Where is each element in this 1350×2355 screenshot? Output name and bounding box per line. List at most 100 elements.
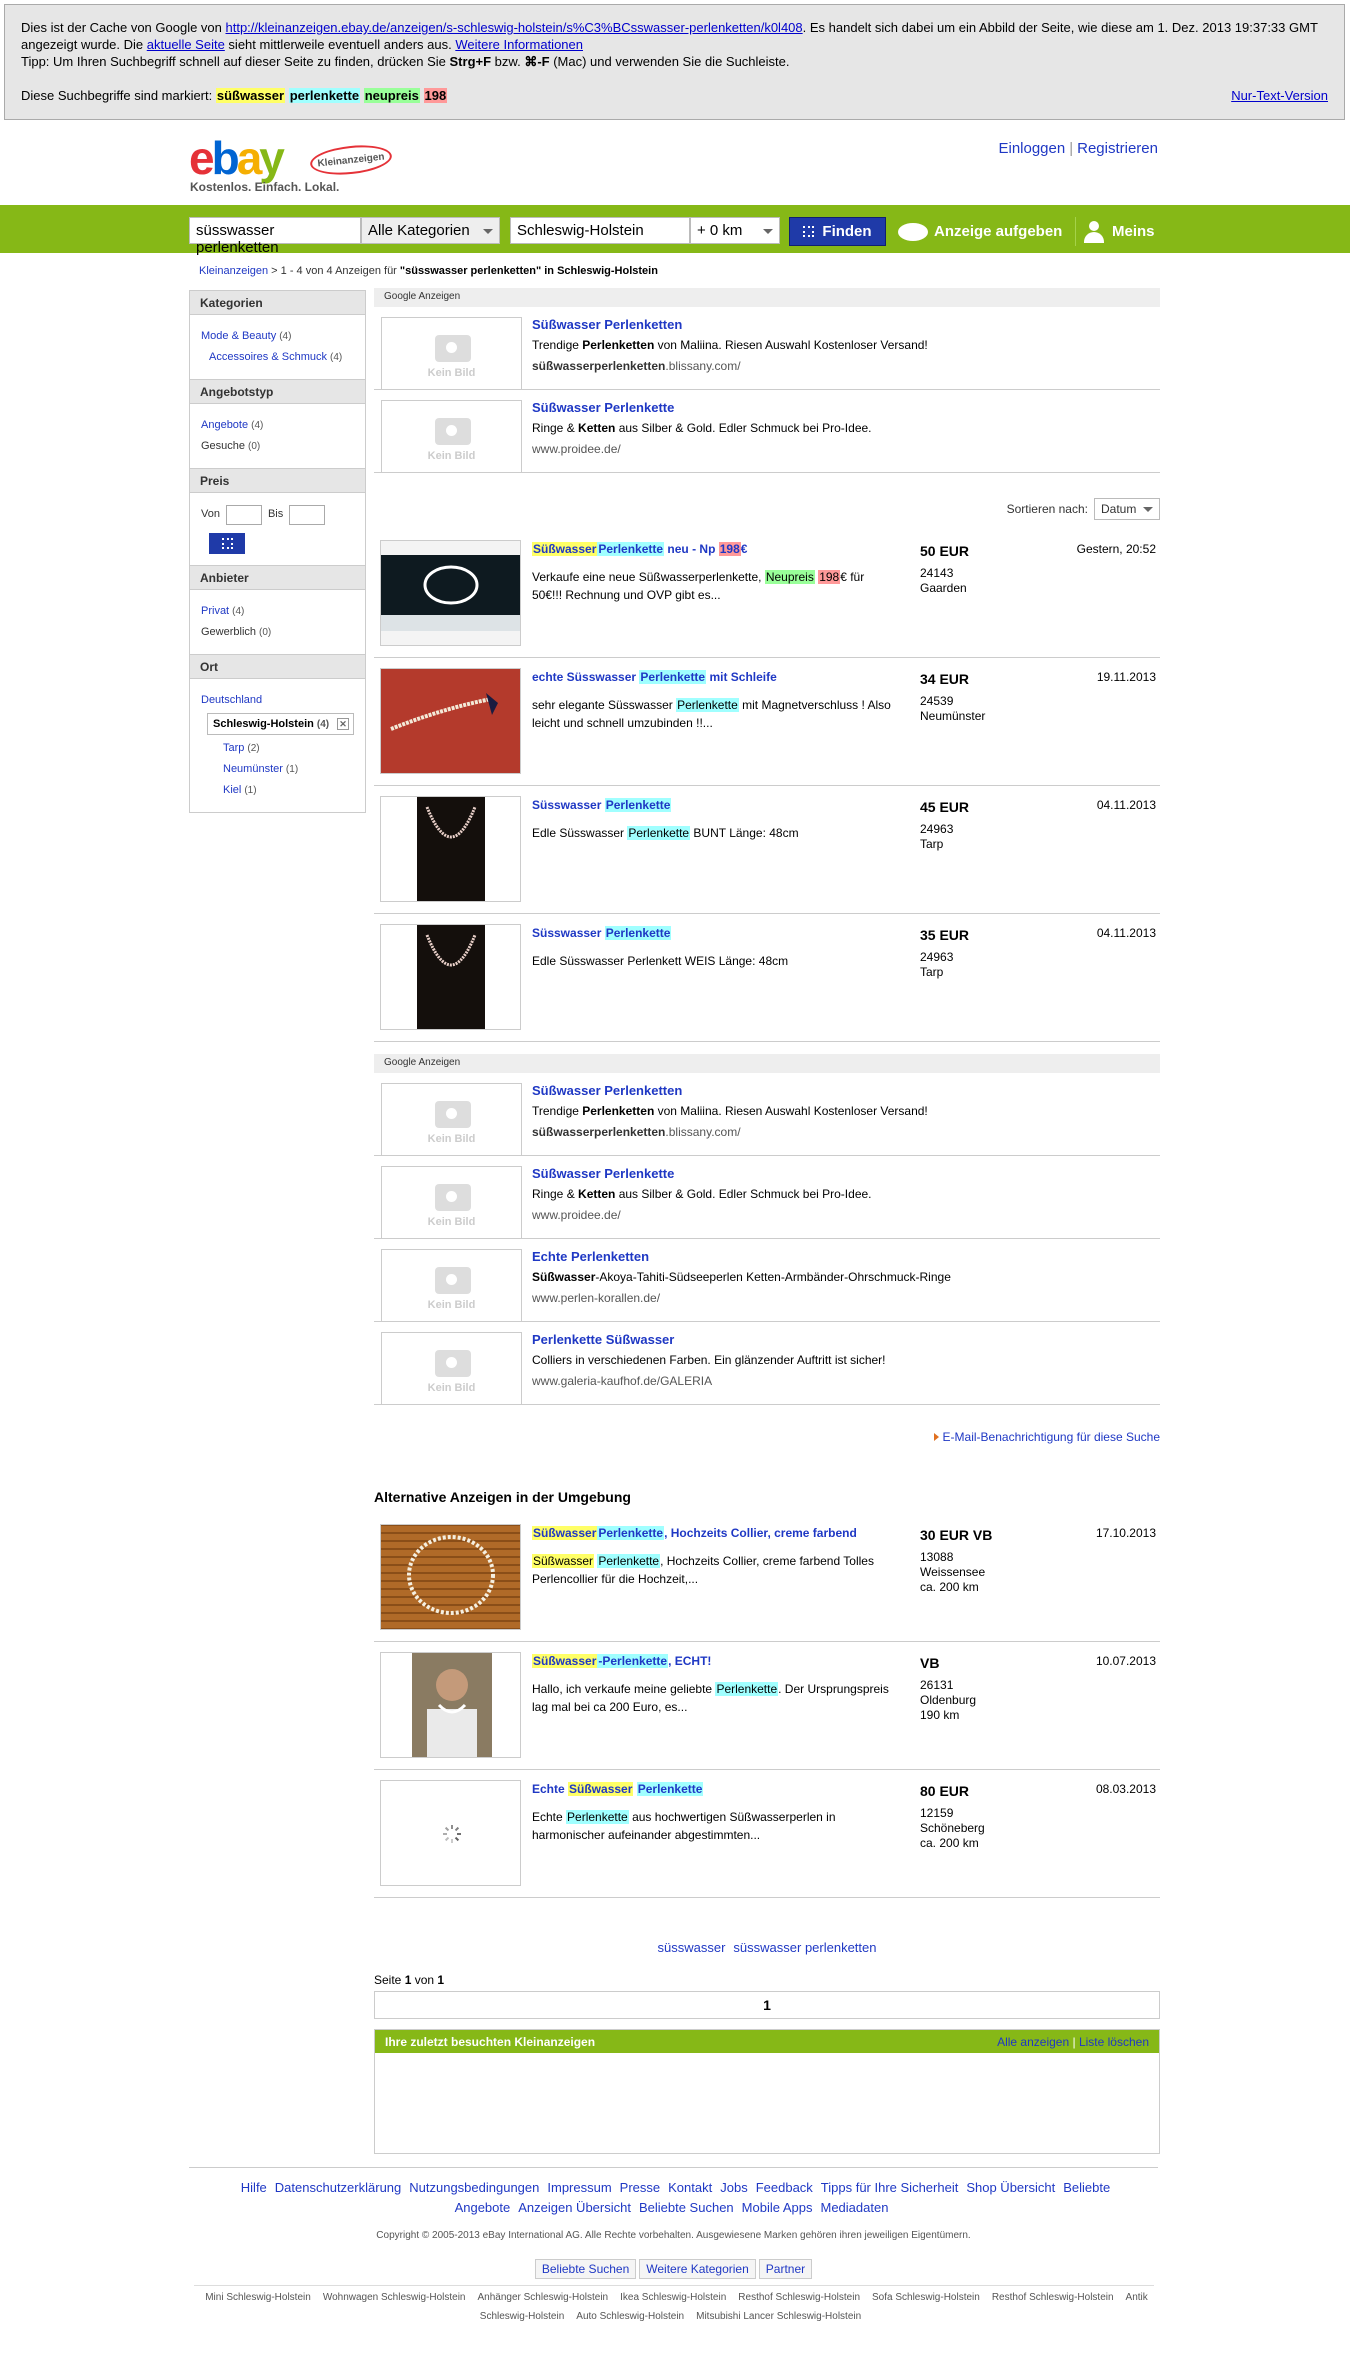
location-filter-item[interactable]: Tarp (2) xyxy=(201,738,354,759)
chevron-down-icon xyxy=(1143,507,1153,512)
footer-popular-link[interactable]: Resthof Schleswig-Holstein xyxy=(992,2292,1114,2303)
offer-type-filter-item[interactable]: Angebote (4) xyxy=(201,415,354,436)
price-apply-button[interactable] xyxy=(209,533,245,554)
footer-link[interactable]: Nutzungsbedingungen xyxy=(409,2180,539,2195)
camera-icon xyxy=(435,335,471,362)
footer-link[interactable]: Beliebte Suchen xyxy=(639,2200,734,2215)
location-filter-item[interactable]: Neumünster (1) xyxy=(201,759,354,780)
login-link[interactable]: Einloggen xyxy=(998,140,1065,157)
footer-popular-link[interactable]: Auto Schleswig-Holstein xyxy=(576,2311,684,2322)
listing-title-link[interactable]: echte Süsswasser Perlenkette mit Schleif… xyxy=(532,670,902,684)
google-ad[interactable]: Kein Bild Echte Perlenketten Süßwasser-Ako… xyxy=(374,1239,1160,1322)
listing-location: 24963 Tarp xyxy=(920,950,953,980)
price-max-input[interactable] xyxy=(289,504,326,525)
footer-link[interactable]: Feedback xyxy=(756,2180,813,2195)
related-search-link[interactable]: süsswasser perlenketten xyxy=(733,1940,876,1955)
ad-title-link[interactable]: Süßwasser Perlenkette xyxy=(532,400,674,415)
register-link[interactable]: Registrieren xyxy=(1077,140,1158,157)
listing-thumbnail[interactable] xyxy=(380,1780,521,1886)
ad-desc-bold: Ketten xyxy=(578,421,616,435)
listing-item[interactable]: Süßwasser -Perlenkette, ECHT! Hallo, ich v… xyxy=(374,1642,1160,1770)
listing-title-link[interactable]: Süßwasser Perlenkette neu - Np 198€ xyxy=(532,542,902,556)
close-icon[interactable]: ✕ xyxy=(337,718,349,730)
google-ad[interactable]: Kein Bild Süßwasser Perlenketten Trendige … xyxy=(374,1073,1160,1156)
listing-item[interactable]: echte Süsswasser Perlenkette mit Schleif… xyxy=(374,658,1160,786)
listing-title-link[interactable]: Süßwasser Perlenkette, Hochzeits Collier,… xyxy=(532,1526,902,1540)
related-search-link[interactable]: süsswasser xyxy=(658,1940,726,1955)
more-info-link[interactable]: Weitere Informationen xyxy=(455,37,583,52)
google-ad[interactable]: Kein Bild Süßwasser Perlenketten Trendige … xyxy=(374,307,1160,390)
listing-item[interactable]: Süsswasser Perlenkette Edle Süsswasser Pe… xyxy=(374,786,1160,914)
ad-title-link[interactable]: Echte Perlenketten xyxy=(532,1249,649,1264)
cached-url-link[interactable]: http://kleinanzeigen.ebay.de/anzeigen/s-… xyxy=(226,20,803,35)
ad-title-link[interactable]: Süßwasser Perlenketten xyxy=(532,317,682,332)
footer-popular-link[interactable]: Wohnwagen Schleswig-Holstein xyxy=(323,2292,466,2303)
filter-heading: Ort xyxy=(189,654,366,679)
footer-popular-link[interactable]: Sofa Schleswig-Holstein xyxy=(872,2292,980,2303)
location-input[interactable]: Schleswig-Holstein xyxy=(510,217,690,244)
footer-popular-link[interactable]: Resthof Schleswig-Holstein xyxy=(738,2292,860,2303)
footer-link[interactable]: Impressum xyxy=(547,2180,611,2195)
ad-title-link[interactable]: Süßwasser Perlenkette xyxy=(532,1166,674,1181)
listing-title-link[interactable]: Süßwasser -Perlenkette, ECHT! xyxy=(532,1654,902,1668)
footer-popular-link[interactable]: Mitsubishi Lancer Schleswig-Holstein xyxy=(696,2311,861,2322)
listing-thumbnail[interactable] xyxy=(380,540,521,646)
breadcrumb-root-link[interactable]: Kleinanzeigen xyxy=(199,265,268,277)
ad-title-link[interactable]: Perlenkette Süßwasser xyxy=(532,1332,674,1347)
current-page-link[interactable]: aktuelle Seite xyxy=(147,37,225,52)
footer-popular-link[interactable]: Anhänger Schleswig-Holstein xyxy=(477,2292,608,2303)
footer-tab[interactable]: Weitere Kategorien xyxy=(639,2259,756,2279)
listing-item[interactable]: Süsswasser Perlenkette Edle Süsswasser Pe… xyxy=(374,914,1160,1042)
listing-thumbnail[interactable] xyxy=(380,796,521,902)
footer-link[interactable]: Kontakt xyxy=(668,2180,712,2195)
location-filter-item[interactable]: Kiel (1) xyxy=(201,780,354,801)
listing-title-link[interactable]: Süsswasser Perlenkette xyxy=(532,798,902,812)
listing-item[interactable]: Echte Süßwasser Perlenkette Echte Perlenk… xyxy=(374,1770,1160,1898)
listing-thumbnail[interactable] xyxy=(380,1652,521,1758)
search-input[interactable]: süsswasser perlenketten xyxy=(189,217,361,256)
footer-link[interactable]: Anzeigen Übersicht xyxy=(518,2200,631,2215)
radius-select[interactable]: + 0 km xyxy=(690,217,780,244)
ad-description: Trendige Perlenketten von Maliina. Riese… xyxy=(532,338,928,352)
listing-thumbnail[interactable] xyxy=(380,668,521,774)
listing-item[interactable]: Süßwasser Perlenkette neu - Np 198€ Verkau… xyxy=(374,530,1160,658)
footer-popular-link[interactable]: Mini Schleswig-Holstein xyxy=(205,2292,311,2303)
show-all-link[interactable]: Alle anzeigen xyxy=(997,2035,1069,2049)
footer-popular-link[interactable]: Ikea Schleswig-Holstein xyxy=(620,2292,726,2303)
footer-link[interactable]: Shop Übersicht xyxy=(966,2180,1055,2195)
listing-price: VB xyxy=(920,1655,940,1671)
footer-link[interactable]: Mediadaten xyxy=(820,2200,888,2215)
google-ad[interactable]: Kein Bild Süßwasser Perlenkette Ringe & Ke… xyxy=(374,1156,1160,1239)
footer-link[interactable]: Tipps für Ihre Sicherheit xyxy=(821,2180,959,2195)
price-min-input[interactable] xyxy=(225,504,262,525)
listing-thumbnail[interactable] xyxy=(380,1524,521,1630)
text-only-link[interactable]: Nur-Text-Version xyxy=(1231,87,1328,104)
category-select[interactable]: Alle Kategorien xyxy=(361,217,500,244)
pagination[interactable]: 1 xyxy=(374,1991,1160,2019)
sort-select[interactable]: Datum xyxy=(1094,498,1160,520)
footer-link[interactable]: Mobile Apps xyxy=(742,2200,813,2215)
google-ad[interactable]: Kein Bild Perlenkette Süßwasser Colliers i… xyxy=(374,1322,1160,1405)
category-filter-item[interactable]: Accessoires & Schmuck (4) xyxy=(201,347,354,368)
find-button[interactable]: Finden xyxy=(789,217,886,246)
location-filter-country[interactable]: Deutschland xyxy=(201,694,262,706)
ebay-logo[interactable]: ebay xyxy=(189,134,285,182)
clear-list-link[interactable]: Liste löschen xyxy=(1079,2035,1149,2049)
footer-link[interactable]: Jobs xyxy=(720,2180,747,2195)
ad-title-link[interactable]: Süßwasser Perlenketten xyxy=(532,1083,682,1098)
listing-title-link[interactable]: Echte Süßwasser Perlenkette xyxy=(532,1782,902,1796)
footer-link[interactable]: Hilfe xyxy=(241,2180,267,2195)
meins-button[interactable]: Meins xyxy=(1075,217,1155,246)
listing-title-link[interactable]: Süsswasser Perlenkette xyxy=(532,926,902,940)
post-ad-button[interactable]: Anzeige aufgeben xyxy=(898,217,1062,246)
footer-tab[interactable]: Beliebte Suchen xyxy=(534,2259,637,2279)
footer-link[interactable]: Presse xyxy=(620,2180,660,2195)
footer-tab[interactable]: Partner xyxy=(758,2259,813,2279)
category-filter-item[interactable]: Mode & Beauty (4) xyxy=(201,326,354,347)
seller-filter-item[interactable]: Privat (4) xyxy=(201,601,354,622)
footer-link[interactable]: Datenschutzerklärung xyxy=(275,2180,401,2195)
listing-item[interactable]: Süßwasser Perlenkette, Hochzeits Collier,… xyxy=(374,1514,1160,1642)
email-alert-link[interactable]: E-Mail-Benachrichtigung für diese Suche xyxy=(933,1430,1160,1444)
listing-thumbnail[interactable] xyxy=(380,924,521,1030)
google-ad[interactable]: Kein Bild Süßwasser Perlenkette Ringe & Ke… xyxy=(374,390,1160,473)
